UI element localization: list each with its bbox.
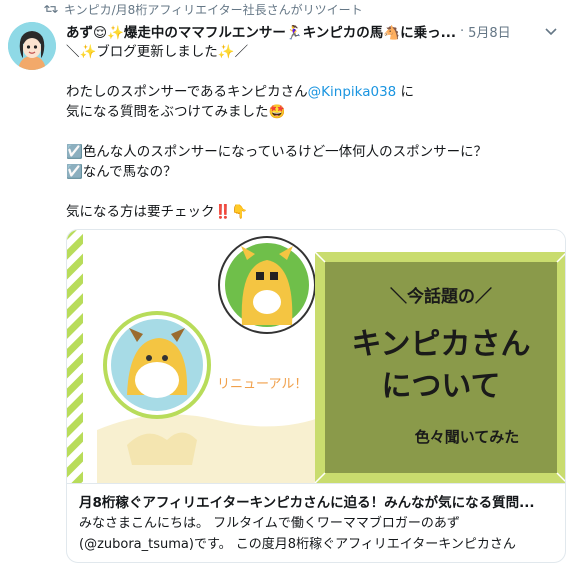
card-footer[interactable]: 月8桁稼ぐアフィリエイターキンピカさんに迫る！みんなが気になる質問... みなさ… (67, 483, 565, 562)
author-display-name[interactable]: あず😌✨爆走中のママフルエンサー🏃‍♀️キンピカの馬🐴に乗っ... (66, 21, 456, 41)
header-separator: · (459, 23, 465, 39)
tweet-line-text: に (396, 84, 415, 100)
tweet-line-text: わたしのスポンサーであるキンピカさん (66, 84, 308, 100)
card-image[interactable]: リニューアル！ ＼今話題の／ キンピカさん について 色々聞いてみた (67, 230, 565, 483)
tweet-line: わたしのスポンサーであるキンピカさん@Kinpika038 に (66, 82, 556, 102)
tweet-line: 気になる質問をぶつけてみました🤩 (66, 104, 286, 120)
card-image-subtitle: 色々聞いてみた (415, 428, 520, 446)
retweet-context[interactable]: キンピカ/月8桁アフィリエイター社長さんがリツイート (44, 1, 363, 17)
card-description: みなさまこんにちは。 フルタイムで働くワーママブロガーのあず (79, 516, 460, 531)
tweet-header: あず😌✨爆走中のママフルエンサー🏃‍♀️キンピカの馬🐴に乗っ... · 5月8日 (66, 21, 558, 41)
tweet-text: ＼✨ブログ更新しました✨／ わたしのスポンサーであるキンピカさん@Kinpika… (66, 42, 556, 222)
chevron-down-icon[interactable] (544, 24, 558, 38)
renewal-label: リニューアル！ (217, 377, 307, 392)
tweet-date[interactable]: 5月8日 (468, 22, 511, 41)
tweet-line: ＼✨ブログ更新しました✨／ (66, 44, 249, 60)
retweet-icon (44, 5, 58, 13)
mention-link[interactable]: @Kinpika038 (308, 84, 397, 100)
card-kicker: ＼今話題の／ (390, 286, 492, 307)
link-card[interactable]: リニューアル！ ＼今話題の／ キンピカさん について 色々聞いてみた 月8桁稼ぐ… (66, 229, 566, 563)
card-image-title-line1: キンピカさん (351, 327, 530, 362)
retweet-context-label: キンピカ/月8桁アフィリエイター社長さんがリツイート (64, 2, 363, 17)
avatar-illustration (8, 22, 56, 70)
tweet-line: 気になる方は要チェック‼️👇 (66, 204, 249, 220)
card-illustration: リニューアル！ ＼今話題の／ キンピカさん について 色々聞いてみた (67, 230, 565, 483)
avatar[interactable] (8, 22, 56, 70)
card-title[interactable]: 月8桁稼ぐアフィリエイターキンピカさんに迫る！みんなが気になる質問... (79, 494, 555, 512)
card-image-title-line2: について (381, 369, 500, 404)
tweet-line: ☑️なんで馬なの？ (66, 164, 177, 180)
tweet-line: ☑️色んな人のスポンサーになっているけど一体何人のスポンサーに？ (66, 144, 488, 160)
card-description: (@zubora_tsuma)です。 この度月8桁稼ぐアフィリエイターキンピカさ… (79, 537, 516, 552)
